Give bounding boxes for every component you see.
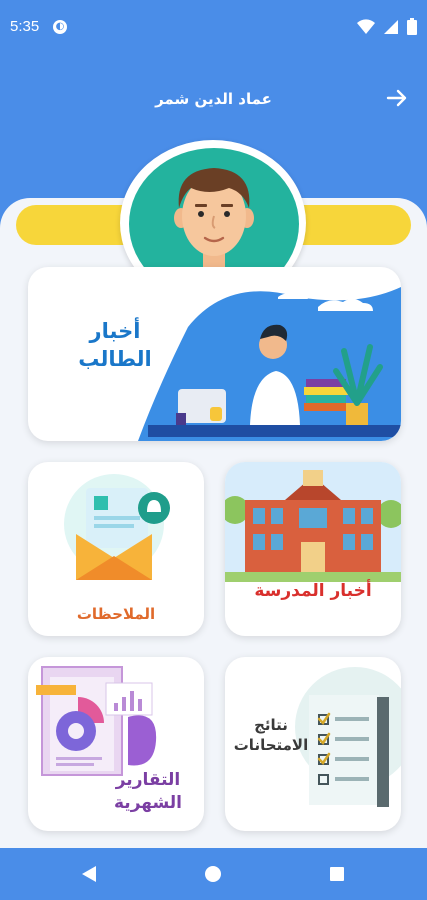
status-time: 5:35 — [10, 18, 40, 35]
signal-icon — [384, 19, 398, 34]
school-news-card[interactable]: أخبار المدرسة — [225, 462, 401, 636]
status-bar: 5:35 ◐ — [0, 0, 427, 58]
exam-results-label: نتائج الامتحانات — [233, 716, 309, 755]
school-news-label: أخبار المدرسة — [254, 581, 372, 601]
monthly-reports-label: التقارير الشهرية — [114, 770, 182, 813]
exam-results-card[interactable]: نتائج الامتحانات — [225, 657, 401, 831]
wifi-icon — [357, 18, 375, 34]
system-nav-bar — [0, 848, 427, 900]
nav-back-icon[interactable] — [80, 864, 98, 884]
envelope-bell-illustration — [64, 474, 170, 580]
page-title: عماد الدين شمر — [155, 90, 272, 108]
notes-card[interactable]: الملاحظات — [28, 462, 204, 636]
nav-recents-icon[interactable] — [328, 864, 346, 884]
battery-icon — [407, 18, 417, 35]
student-news-card[interactable]: أخبار الطالب — [28, 267, 401, 441]
app-notification-icon: ◐ — [53, 20, 67, 34]
nav-home-icon[interactable] — [204, 864, 222, 884]
status-icons — [357, 18, 417, 35]
arrow-right-icon[interactable] — [385, 86, 409, 110]
notes-label: الملاحظات — [76, 605, 156, 623]
app-header: عماد الدين شمر — [0, 58, 427, 138]
monthly-reports-card[interactable]: التقارير الشهرية — [28, 657, 204, 831]
school-building-illustration — [225, 462, 401, 582]
student-news-label: أخبار الطالب — [78, 319, 152, 372]
